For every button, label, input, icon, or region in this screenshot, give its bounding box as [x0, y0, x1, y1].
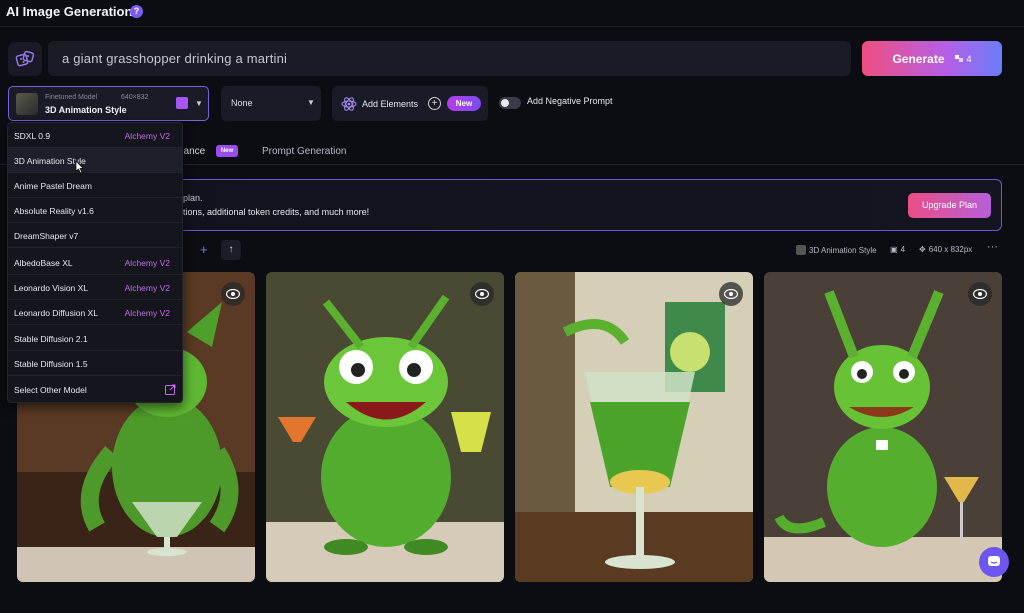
model-thumbnail: [16, 93, 38, 115]
model-info-icon[interactable]: [176, 97, 188, 109]
view-image-button[interactable]: [968, 282, 992, 306]
model-option-label: Stable Diffusion 1.5: [14, 359, 88, 369]
grasshopper-image-3: [515, 272, 753, 582]
cursor-icon: [75, 160, 84, 174]
external-link-icon: [165, 384, 176, 395]
help-icon[interactable]: ?: [130, 5, 143, 18]
tab-prompt-generation[interactable]: Prompt Generation: [262, 146, 347, 157]
dice-icon: [15, 50, 35, 67]
style-select-value: None: [231, 98, 253, 108]
model-type-label: Finetuned Model: [45, 94, 98, 101]
grasshopper-image-2: [266, 272, 504, 582]
eye-icon: [973, 289, 987, 299]
select-other-model[interactable]: Select Other Model: [8, 377, 182, 402]
guidance-new-badge: New: [216, 145, 238, 157]
view-image-button[interactable]: [221, 282, 245, 306]
add-elements-label: Add Elements: [362, 99, 419, 109]
chat-icon: [988, 556, 1000, 566]
model-option-label: SDXL 0.9: [14, 131, 51, 141]
model-option-leonardo-diffusion-xl[interactable]: Leonardo Diffusion XL Alchemy V2: [8, 300, 182, 325]
style-meta-label: 3D Animation Style: [809, 245, 877, 255]
generate-label: Generate: [892, 51, 945, 66]
banner-line-1: plan.: [183, 193, 203, 203]
alchemy-tag: Alchemy V2: [124, 258, 170, 268]
image-count: 4: [900, 245, 906, 254]
alchemy-tag: Alchemy V2: [124, 131, 170, 141]
prompt-input[interactable]: a giant grasshopper drinking a martini: [48, 41, 851, 76]
model-option-3d-animation-style[interactable]: 3D Animation Style: [8, 148, 182, 174]
generate-button[interactable]: Generate 4: [862, 41, 1002, 76]
model-option-label: Stable Diffusion 2.1: [14, 334, 88, 344]
eye-icon: [724, 289, 738, 299]
token-cost: 4: [954, 53, 972, 64]
model-dropdown-menu: SDXL 0.9 Alchemy V2 3D Animation Style A…: [7, 122, 183, 403]
model-option-stable-diffusion-1-5[interactable]: Stable Diffusion 1.5: [8, 351, 182, 376]
random-prompt-button[interactable]: [8, 42, 42, 76]
resize-icon: ✥: [919, 245, 926, 254]
image-count-meta: ▣ 4: [890, 245, 905, 254]
chevron-down-icon: ▼: [195, 99, 203, 108]
model-option-label: AlbedoBase XL: [14, 258, 73, 268]
model-option-sdxl-0-9[interactable]: SDXL 0.9 Alchemy V2: [8, 123, 182, 148]
token-icon: [954, 55, 963, 62]
upgrade-plan-button[interactable]: Upgrade Plan: [908, 193, 991, 218]
more-options-icon[interactable]: ···: [987, 241, 998, 253]
generated-image-2[interactable]: [266, 272, 504, 582]
chat-support-button[interactable]: [979, 547, 1009, 577]
negative-prompt-label: Add Negative Prompt: [527, 96, 613, 106]
negative-prompt-toggle[interactable]: [499, 97, 521, 109]
token-count: 4: [966, 53, 972, 64]
model-option-dreamshaper-v7[interactable]: DreamShaper v7: [8, 223, 182, 248]
model-option-leonardo-vision-xl[interactable]: Leonardo Vision XL Alchemy V2: [8, 275, 182, 300]
eye-icon: [475, 289, 489, 299]
alchemy-tag: Alchemy V2: [124, 308, 170, 318]
model-option-label: Anime Pastel Dream: [14, 181, 92, 191]
generated-image-3[interactable]: [515, 272, 753, 582]
style-meta: 3D Animation Style: [796, 245, 877, 255]
add-button[interactable]: +: [200, 242, 208, 257]
alchemy-tag: Alchemy V2: [124, 283, 170, 293]
eye-icon: [226, 289, 240, 299]
model-dims: 640×832: [121, 94, 149, 101]
plus-circle-icon: +: [428, 97, 441, 110]
app-title: AI Image Generation: [6, 4, 133, 19]
model-option-albedobase-xl[interactable]: AlbedoBase XL Alchemy V2: [8, 250, 182, 275]
model-option-label: Leonardo Vision XL: [14, 283, 89, 293]
model-option-label: DreamShaper v7: [14, 231, 79, 241]
style-select[interactable]: None ▼: [221, 86, 321, 121]
model-option-absolute-reality[interactable]: Absolute Reality v1.6: [8, 198, 182, 223]
dims-meta: ✥ 640 x 832px: [919, 245, 972, 254]
new-badge: New: [447, 96, 481, 111]
banner-line-2: tions, additional token credits, and muc…: [183, 207, 370, 217]
upload-button[interactable]: ↑: [221, 240, 241, 260]
grasshopper-image-4: [764, 272, 1002, 582]
add-elements-button[interactable]: Add Elements + New: [332, 86, 488, 121]
model-name: 3D Animation Style: [45, 105, 127, 115]
generated-image-4[interactable]: [764, 272, 1002, 582]
images-icon: ▣: [890, 245, 898, 254]
model-selector[interactable]: Finetuned Model 640×832 3D Animation Sty…: [8, 86, 209, 121]
atom-icon: [341, 97, 357, 111]
model-option-stable-diffusion-2-1[interactable]: Stable Diffusion 2.1: [8, 326, 182, 351]
model-option-anime-pastel-dream[interactable]: Anime Pastel Dream: [8, 173, 182, 198]
chevron-down-icon: ▼: [307, 98, 315, 107]
model-option-label: Absolute Reality v1.6: [14, 206, 94, 216]
style-thumb-icon: [796, 245, 806, 255]
header-divider: [0, 26, 1024, 27]
dims-label: 640 x 832px: [928, 245, 973, 254]
view-image-button[interactable]: [719, 282, 743, 306]
view-image-button[interactable]: [470, 282, 494, 306]
model-option-label: Leonardo Diffusion XL: [14, 308, 98, 318]
model-option-label: Select Other Model: [14, 385, 87, 395]
